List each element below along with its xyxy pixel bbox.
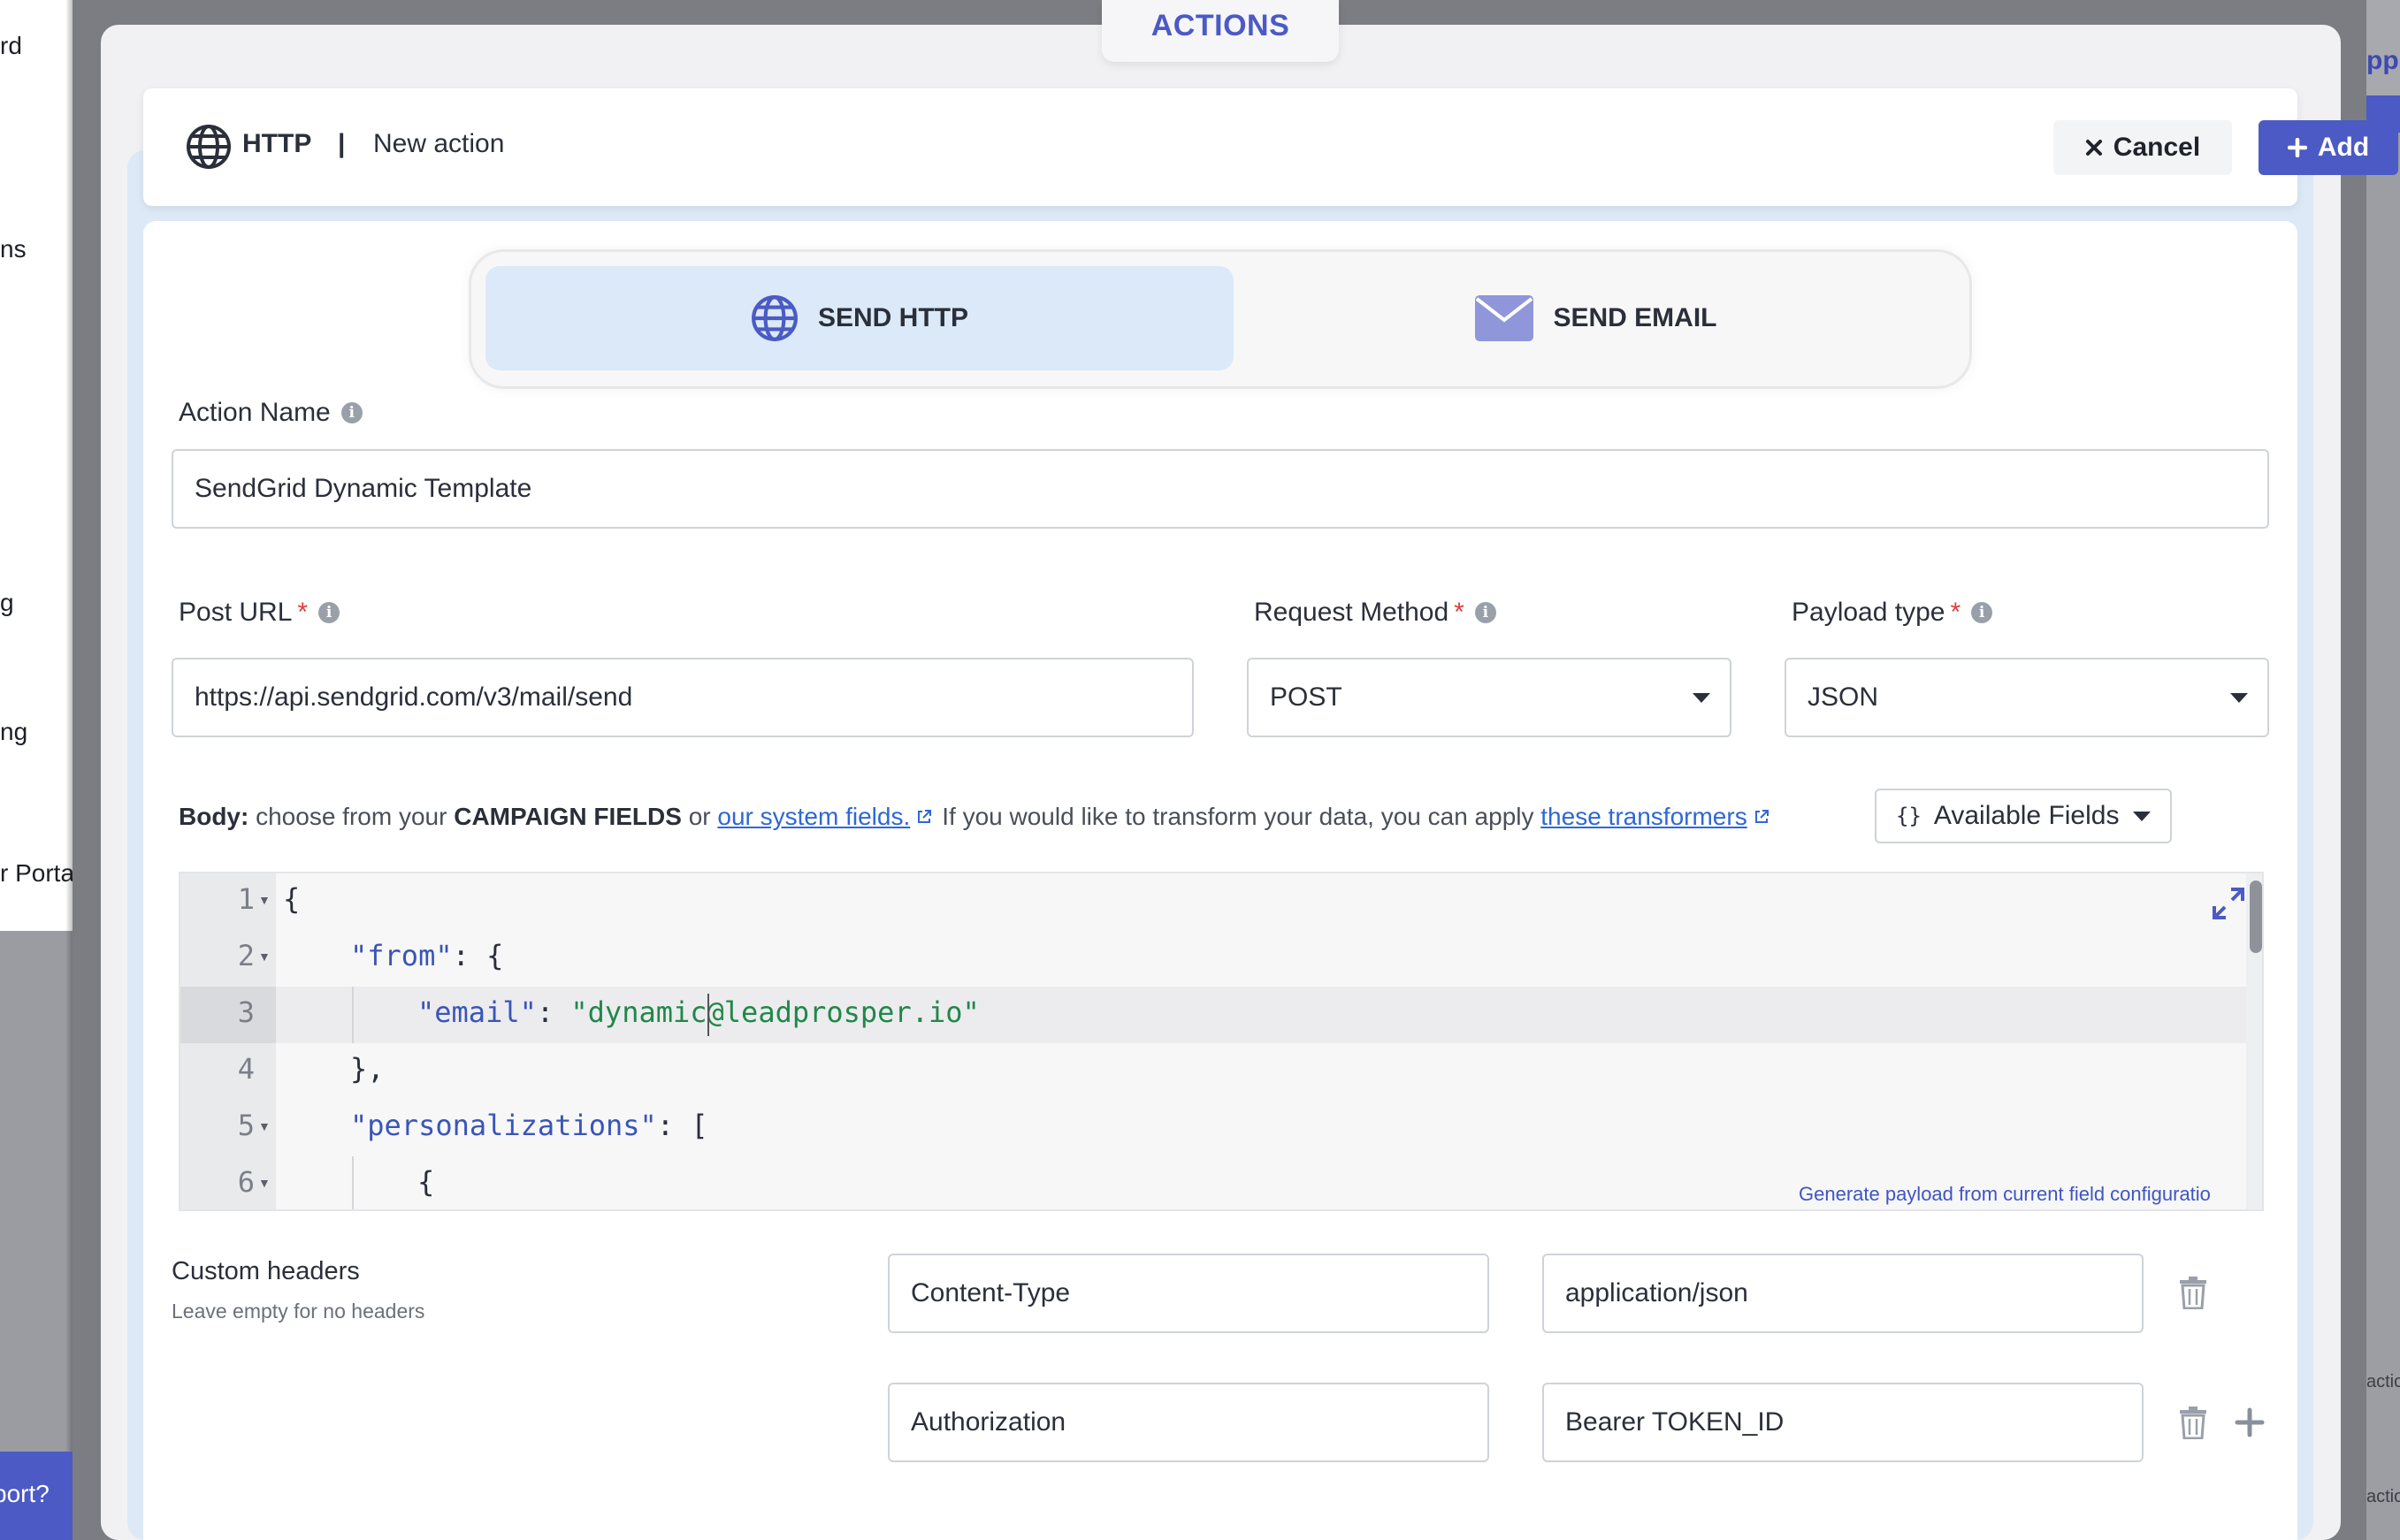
body-description: Body: choose from your CAMPAIGN FIELDS o… [179, 803, 1779, 831]
transformers-link[interactable]: these transformers [1540, 803, 1746, 831]
plus-icon [2235, 1407, 2265, 1437]
background-nav-text: g [0, 589, 14, 616]
info-icon[interactable]: i [1474, 602, 1496, 623]
system-fields-link[interactable]: our system fields. [717, 803, 910, 831]
info-icon[interactable]: i [340, 402, 363, 423]
external-link-icon [1754, 810, 1769, 823]
post-url-label: Post URL * i [179, 598, 340, 628]
payload-type-label: Payload type * i [1792, 598, 1993, 628]
plus-icon [2287, 138, 2307, 157]
header-name-input[interactable]: Authorization [888, 1383, 1489, 1462]
globe-icon [752, 295, 798, 341]
add-header-button[interactable] [2232, 1406, 2267, 1441]
action-type-label: HTTP [242, 129, 312, 158]
action-name-label: Action Name i [179, 398, 363, 428]
chevron-down-icon [1693, 692, 1710, 703]
info-icon[interactable]: i [1971, 602, 1993, 623]
generate-payload-link[interactable]: Generate payload from current field conf… [1799, 1183, 2244, 1206]
fold-toggle[interactable]: ▼ [258, 1176, 271, 1190]
envelope-icon [1475, 295, 1534, 341]
background-text: actio [2366, 1372, 2400, 1391]
fold-toggle[interactable]: ▼ [258, 1119, 271, 1133]
request-method-select[interactable]: POST [1247, 658, 1731, 737]
header-value-input[interactable]: application/json [1542, 1254, 2144, 1333]
section-title: ACTIONS [1102, 0, 1339, 62]
cancel-button[interactable]: Cancel [2053, 120, 2232, 175]
header-name-input[interactable]: Content-Type [888, 1254, 1489, 1333]
background-text: actio [2366, 1487, 2400, 1506]
add-label: Add [2317, 133, 2370, 162]
background-nav-text: ng [0, 718, 28, 745]
trash-icon [2180, 1407, 2206, 1440]
custom-headers-hint: Leave empty for no headers [172, 1300, 425, 1323]
action-name-input[interactable]: SendGrid Dynamic Template [172, 449, 2269, 529]
close-icon [2085, 140, 2102, 156]
code-line: }, [350, 1052, 385, 1086]
tab-label: SEND EMAIL [1553, 303, 1717, 332]
delete-header-button[interactable] [2175, 1276, 2211, 1311]
external-link-icon [918, 810, 932, 823]
trash-icon [2180, 1277, 2206, 1310]
fold-toggle[interactable]: ▼ [258, 949, 271, 964]
post-url-input[interactable]: https://api.sendgrid.com/v3/mail/send [172, 658, 1194, 737]
globe-icon [187, 125, 231, 169]
title-separator: | [338, 129, 346, 158]
code-line: "email": "dynamic@leadprosper.io" [417, 995, 980, 1029]
custom-headers-label: Custom headers [172, 1257, 360, 1285]
code-line: "from": { [350, 939, 504, 972]
action-title: New action [373, 129, 505, 158]
action-form: SEND HTTP SEND EMAIL Action Name i SendG… [143, 221, 2297, 1540]
fold-toggle[interactable]: ▼ [258, 893, 271, 907]
action-header: HTTP | New action Cancel Add [143, 88, 2398, 206]
request-method-label: Request Method * i [1254, 598, 1496, 628]
background-content: pp actio actio [2366, 0, 2400, 1540]
tab-send-email[interactable]: SEND EMAIL [1234, 266, 1959, 370]
cancel-label: Cancel [2113, 133, 2201, 162]
payload-type-select[interactable]: JSON [1785, 658, 2269, 737]
braces-icon: {} [1896, 804, 1922, 828]
action-type-tabs: SEND HTTP SEND EMAIL [469, 249, 1972, 389]
available-fields-dropdown[interactable]: {} Available Fields [1875, 789, 2172, 843]
support-button[interactable]: port? [0, 1452, 73, 1540]
header-value-input[interactable]: Bearer TOKEN_ID [1542, 1383, 2144, 1462]
background-sidebar: rd ns g ng r Porta [0, 0, 73, 1540]
delete-header-button[interactable] [2175, 1406, 2211, 1441]
text-cursor [707, 994, 709, 1036]
line-number: 2 [237, 939, 255, 972]
background-text: pp [2366, 46, 2399, 75]
background-nav-text: rd [0, 32, 22, 59]
editor-scrollbar[interactable] [2250, 881, 2262, 953]
tab-send-http[interactable]: SEND HTTP [485, 266, 1234, 370]
background-nav-text: r Porta [0, 859, 73, 887]
chevron-down-icon [2230, 692, 2248, 703]
background-nav-text: ns [0, 235, 27, 263]
line-number: 5 [237, 1109, 255, 1142]
line-number: 6 [237, 1165, 255, 1199]
line-number: 3 [237, 995, 255, 1029]
info-icon[interactable]: i [318, 602, 340, 623]
payload-code-editor[interactable]: 1 ▼ 2 ▼ 3 4 5 ▼ 6 ▼ { "from": { "email":… [179, 872, 2264, 1211]
code-line: "personalizations": [ [350, 1109, 708, 1142]
line-number: 4 [237, 1052, 255, 1086]
code-line: { [283, 882, 301, 916]
chevron-down-icon [2133, 811, 2151, 821]
expand-icon[interactable] [2211, 886, 2246, 921]
add-button[interactable]: Add [2259, 120, 2398, 175]
line-number: 1 [237, 882, 255, 916]
tab-label: SEND HTTP [817, 303, 968, 332]
code-line: { [417, 1165, 435, 1199]
